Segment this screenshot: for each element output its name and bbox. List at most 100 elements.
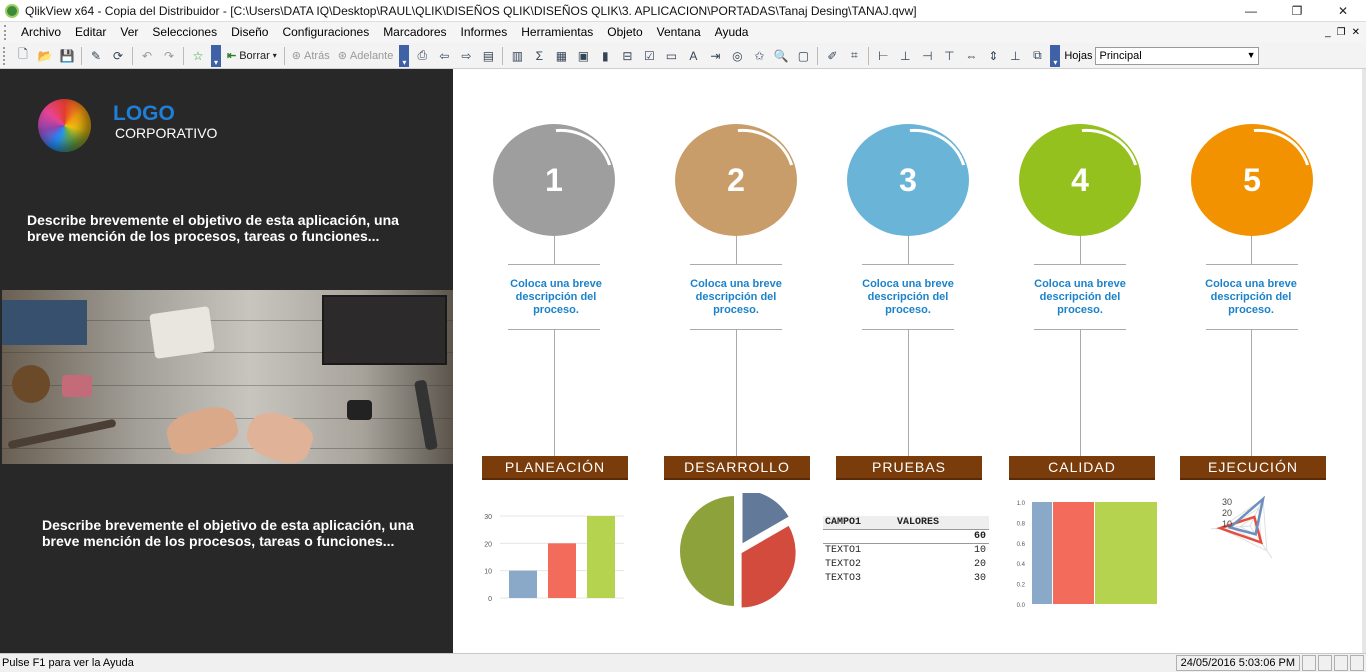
divider-line [1206,329,1298,330]
minimize-button[interactable]: — [1228,0,1274,22]
step-1-circle[interactable]: 1 [493,124,615,236]
step-number: 5 [1243,161,1261,198]
align-right-icon[interactable]: ⊣ [918,47,936,65]
bar [509,570,537,598]
chart-icon[interactable]: ▮ [596,47,614,65]
redo-icon[interactable]: ↷ [160,47,178,65]
toolbar-overflow-icon[interactable]: ▾ [1050,44,1061,67]
step-1-label[interactable]: PLANEACIÓN [482,456,628,480]
menu-configuraciones[interactable]: Configuraciones [275,22,376,43]
same-size-icon[interactable]: ⧉ [1028,47,1046,65]
toolbar-grip[interactable] [3,46,9,65]
align-center-icon[interactable]: ⊥ [896,47,914,65]
vertical-scrollbar[interactable] [1362,69,1366,653]
menu-ayuda[interactable]: Ayuda [708,22,756,43]
step-4-circle[interactable]: 4 [1019,124,1141,236]
bar [1053,502,1094,604]
document-close-button[interactable]: ✕ [1352,27,1360,38]
menu-objeto[interactable]: Objeto [600,22,649,43]
new-document-icon[interactable]: 🗋 [14,47,32,65]
menu-ver[interactable]: Ver [113,22,145,43]
table-header-campo1[interactable]: CAMPO1 [823,516,891,529]
input-box-icon[interactable]: ⊟ [618,47,636,65]
table-row[interactable]: TEXTO3 30 [823,572,989,586]
step-5-circle[interactable]: 5 [1191,124,1313,236]
menu-editar[interactable]: Editar [68,22,113,43]
toolbar-separator [817,46,819,65]
search-object-icon[interactable]: 🔍 [772,47,790,65]
sheet-right-icon[interactable]: ⇨ [457,47,475,65]
button-object-icon[interactable]: ▭ [662,47,680,65]
format-painter-icon[interactable]: ✐ [823,47,841,65]
undo-icon[interactable]: ↶ [138,47,156,65]
back-button[interactable]: ⊛ Atrás [288,49,334,63]
bar-chart[interactable]: 0 10 20 30 [478,506,630,606]
step-3-circle[interactable]: 3 [847,124,969,236]
sheet-properties-icon[interactable]: ▤ [479,47,497,65]
step-2-circle[interactable]: 2 [675,124,797,236]
reload-icon[interactable]: ⟳ [109,47,127,65]
table-box-icon[interactable]: ▦ [552,47,570,65]
step-2-label[interactable]: DESARROLLO [664,456,810,480]
radar-chart[interactable]: 102030 [1200,496,1310,576]
menu-selecciones[interactable]: Selecciones [145,22,224,43]
open-folder-icon[interactable]: 📂 [36,47,54,65]
step-number: 4 [1071,161,1089,198]
sheet-left-icon[interactable]: ⇦ [435,47,453,65]
document-restore-button[interactable]: ❐ [1337,27,1346,38]
chevron-down-icon: ▼ [1246,49,1256,60]
statistics-box-icon[interactable]: Σ [530,47,548,65]
stacked-bar-chart[interactable]: 0.0 0.2 0.4 0.6 0.8 1.0 [1008,496,1163,608]
align-left-icon[interactable]: ⊢ [874,47,892,65]
step-3-label[interactable]: PRUEBAS [836,456,982,480]
sheet-canvas: LOGO CORPORATIVO Describe brevemente el … [0,69,1362,653]
bookmark-object-icon[interactable]: ✩ [750,47,768,65]
document-minimize-button[interactable]: _ [1325,27,1331,38]
distribute-horizontal-icon[interactable]: ⇔ [962,47,980,65]
container-icon[interactable]: ▢ [794,47,812,65]
menu-diseno[interactable]: Diseño [224,22,275,43]
table-cell[interactable]: TEXTO2 [823,558,891,572]
status-cell [1334,655,1348,671]
current-selections-icon[interactable]: ☑ [640,47,658,65]
bookmark-star-icon[interactable]: ☆ [189,47,207,65]
step-4-label[interactable]: CALIDAD [1009,456,1155,480]
maximize-button[interactable]: ❐ [1274,0,1320,22]
table-row[interactable]: TEXTO1 10 [823,544,989,558]
design-grid-icon[interactable]: ⌗ [845,47,863,65]
close-button[interactable]: ✕ [1320,0,1366,22]
toolbar-overflow-icon[interactable]: ▾ [211,44,221,67]
table-header-valores[interactable]: VALORES [891,516,989,529]
menu-ventana[interactable]: Ventana [650,22,708,43]
save-icon[interactable]: 💾 [58,47,76,65]
pie-chart[interactable] [672,493,806,609]
data-table[interactable]: CAMPO1 VALORES 60 TEXTO1 10 TEXTO2 20 TE… [823,516,989,586]
slider-object-icon[interactable]: ◎ [728,47,746,65]
new-sheet-icon[interactable]: ⎙ [413,47,431,65]
align-bottom-icon[interactable]: ⊥ [1006,47,1024,65]
menu-archivo[interactable]: Archivo [14,22,68,43]
toolbar-overflow-icon[interactable]: ▾ [399,44,410,67]
step-5-label[interactable]: EJECUCIÓN [1180,456,1326,480]
align-top-icon[interactable]: ⊤ [940,47,958,65]
clear-button[interactable]: ⇤ Borrar ▾ [223,49,281,63]
clear-icon: ⇤ [227,50,237,62]
table-row[interactable]: TEXTO2 20 [823,558,989,572]
y-tick-label: 10 [484,569,492,576]
table-cell[interactable]: TEXTO1 [823,544,891,558]
menu-grip[interactable] [4,25,10,40]
menu-marcadores[interactable]: Marcadores [376,22,453,43]
menu-herramientas[interactable]: Herramientas [514,22,600,43]
sheets-dropdown[interactable]: Principal ▼ [1095,46,1260,65]
menu-informes[interactable]: Informes [454,22,515,43]
forward-button[interactable]: ⊛ Adelante [334,49,398,63]
table-cell[interactable]: TEXTO3 [823,572,891,586]
listbox-icon[interactable]: ▥ [508,47,526,65]
multibox-icon[interactable]: ▣ [574,47,592,65]
distribute-vertical-icon[interactable]: ⇕ [984,47,1002,65]
text-object-icon[interactable]: A [684,47,702,65]
edit-script-icon[interactable]: ✎ [87,47,105,65]
connector-line [1251,330,1252,456]
status-cell [1302,655,1316,671]
line-arrow-icon[interactable]: ⇥ [706,47,724,65]
